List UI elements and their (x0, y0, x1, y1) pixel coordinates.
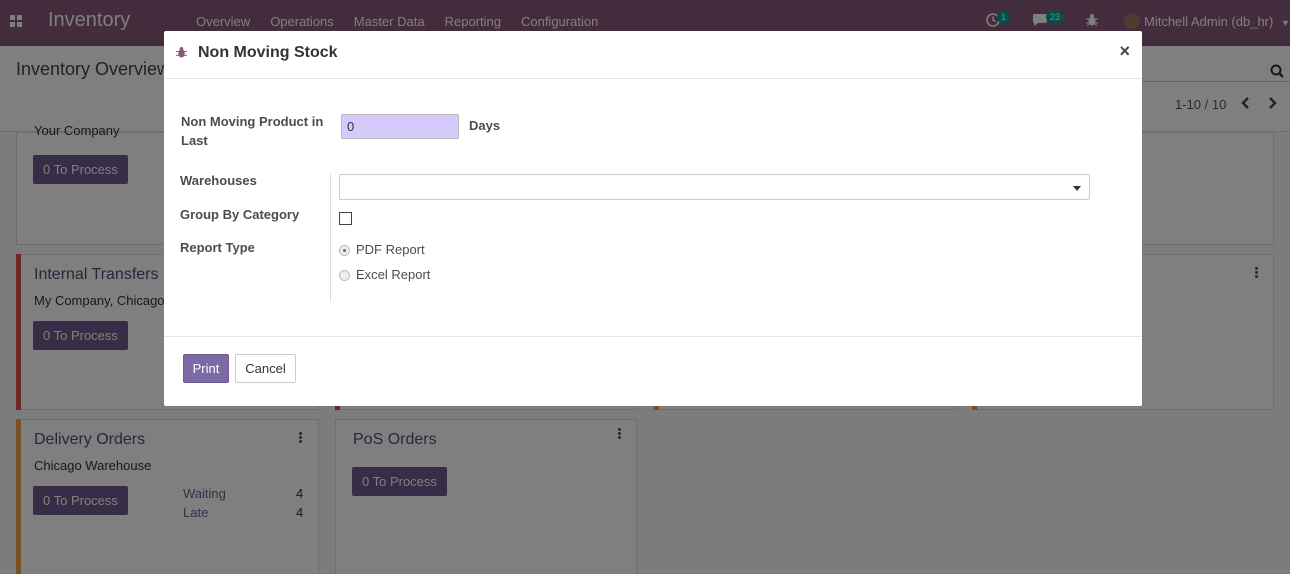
warehouses-label: Warehouses (180, 173, 257, 188)
warehouses-select[interactable] (339, 174, 1090, 200)
report-type-label: Report Type (180, 240, 255, 255)
dialog-footer: Print Cancel (164, 336, 1142, 406)
print-button[interactable]: Print (183, 354, 229, 383)
close-icon[interactable]: × (1119, 41, 1130, 62)
cancel-button[interactable]: Cancel (235, 354, 296, 383)
dialog-header: Non Moving Stock × (164, 31, 1142, 79)
group-by-category-checkbox[interactable] (339, 212, 352, 225)
group-by-category-label: Group By Category (180, 207, 300, 222)
pdf-report-label[interactable]: PDF Report (356, 242, 425, 257)
debug-bug-icon (176, 47, 187, 58)
days-label: Non Moving Product in Last (181, 114, 324, 148)
days-input[interactable] (341, 114, 459, 139)
excel-report-label[interactable]: Excel Report (356, 267, 430, 282)
dialog-title: Non Moving Stock (198, 44, 338, 61)
excel-report-radio[interactable] (339, 270, 350, 281)
caret-down-icon[interactable] (1073, 186, 1081, 191)
non-moving-stock-dialog: Non Moving Stock × Non Moving Product in… (164, 31, 1142, 406)
days-unit-label: Days (469, 118, 501, 133)
divider (330, 174, 331, 302)
pdf-report-radio[interactable] (339, 245, 350, 256)
